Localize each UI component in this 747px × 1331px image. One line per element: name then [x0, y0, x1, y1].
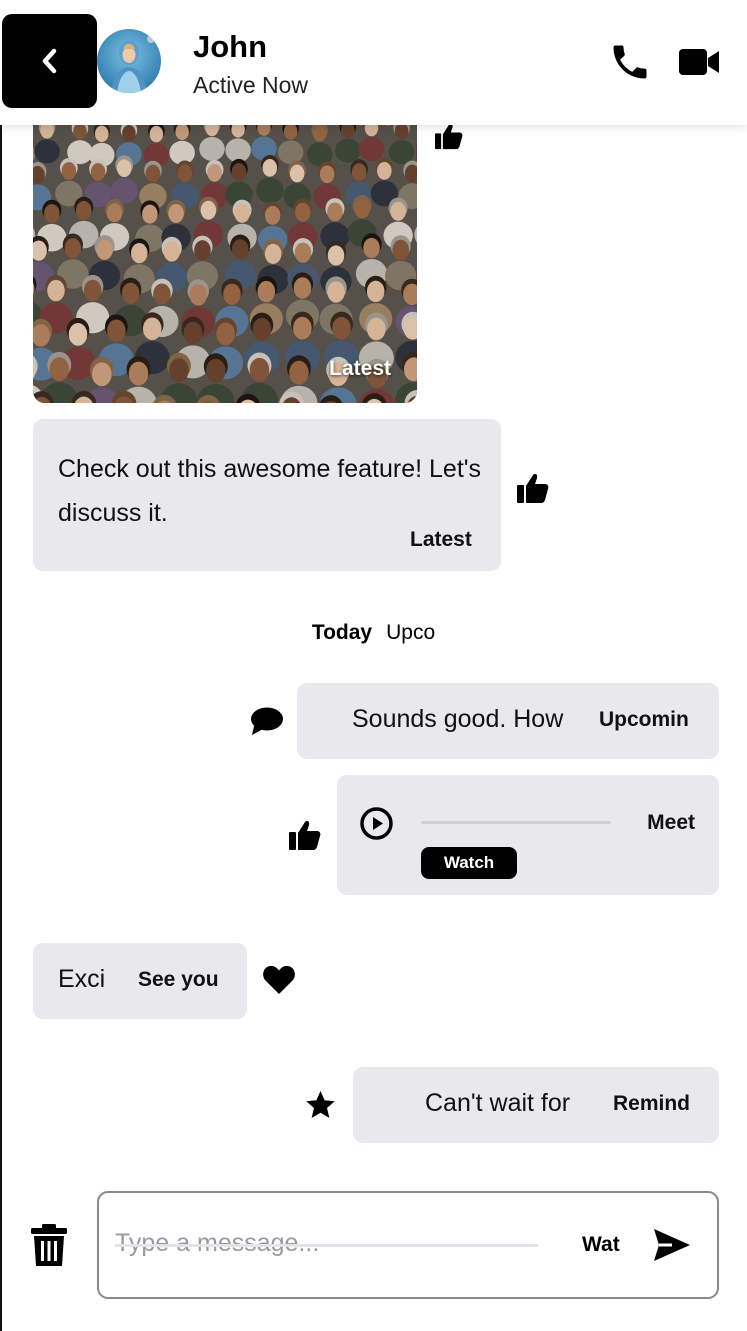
video-camera-icon: [679, 49, 719, 75]
image-message-tag: Latest: [329, 357, 391, 380]
date-extra: Upco: [386, 621, 436, 644]
speech-bubble-icon: [251, 707, 283, 735]
heart-icon: [263, 965, 295, 994]
send-button[interactable]: [652, 1227, 692, 1263]
message-reaction[interactable]: [516, 472, 550, 509]
video-call-button[interactable]: [677, 44, 721, 80]
message-bubble[interactable]: Sounds good. How Upcomin: [297, 683, 719, 759]
composer-tag: Wat: [582, 1233, 620, 1256]
chevron-left-icon: [42, 48, 56, 74]
message-bubble[interactable]: Check out this awesome feature! Let's di…: [33, 419, 501, 571]
image-message-reaction[interactable]: [432, 122, 466, 155]
image-message[interactable]: Latest: [33, 118, 417, 403]
back-button[interactable]: [2, 14, 97, 108]
input-underline: [115, 1244, 538, 1247]
message-bubble[interactable]: Exci See you: [33, 943, 247, 1019]
delete-button[interactable]: [30, 1224, 68, 1266]
send-icon: [654, 1229, 690, 1261]
chat-header: John Active Now: [0, 0, 747, 125]
thumbs-up-icon: [517, 474, 549, 503]
trash-icon: [31, 1224, 67, 1266]
message-text: Can't wait for: [425, 1089, 571, 1117]
thumbs-up-icon: [435, 123, 463, 150]
message-input[interactable]: [115, 1223, 545, 1263]
star-icon: [306, 1091, 335, 1118]
audio-message: Watch Meet: [337, 775, 719, 895]
message-tag: Meet: [647, 811, 695, 834]
message-text: Sounds good. How: [352, 705, 564, 733]
message-reaction[interactable]: [250, 706, 284, 741]
message-reaction[interactable]: [305, 1090, 336, 1125]
avatar[interactable]: [97, 29, 161, 93]
message-tag: Upcomin: [599, 708, 689, 731]
window-edge: [0, 0, 2, 1331]
play-icon: [360, 807, 393, 840]
date-separator: Today Upco: [0, 621, 747, 645]
message-text: Check out this awesome feature! Let's di…: [58, 455, 482, 527]
phone-icon: [613, 45, 647, 79]
audio-progress-track[interactable]: [421, 821, 611, 824]
watch-button[interactable]: Watch: [421, 847, 517, 879]
message-tag: Latest: [410, 528, 472, 551]
message-reaction[interactable]: [262, 964, 296, 1000]
message-text: Exci: [58, 965, 106, 993]
thumbs-up-icon: [289, 821, 321, 850]
contact-status: Active Now: [193, 72, 309, 98]
message-tag: Remind: [613, 1092, 691, 1115]
message-bubble[interactable]: Can't wait for Remind: [353, 1067, 719, 1143]
date-label: Today: [311, 621, 373, 644]
message-composer: Wat: [97, 1191, 719, 1299]
contact-name: John: [193, 29, 268, 64]
call-button[interactable]: [608, 40, 652, 84]
play-button[interactable]: [360, 807, 393, 840]
message-tag: See you: [138, 968, 219, 991]
message-reaction[interactable]: [288, 819, 322, 856]
